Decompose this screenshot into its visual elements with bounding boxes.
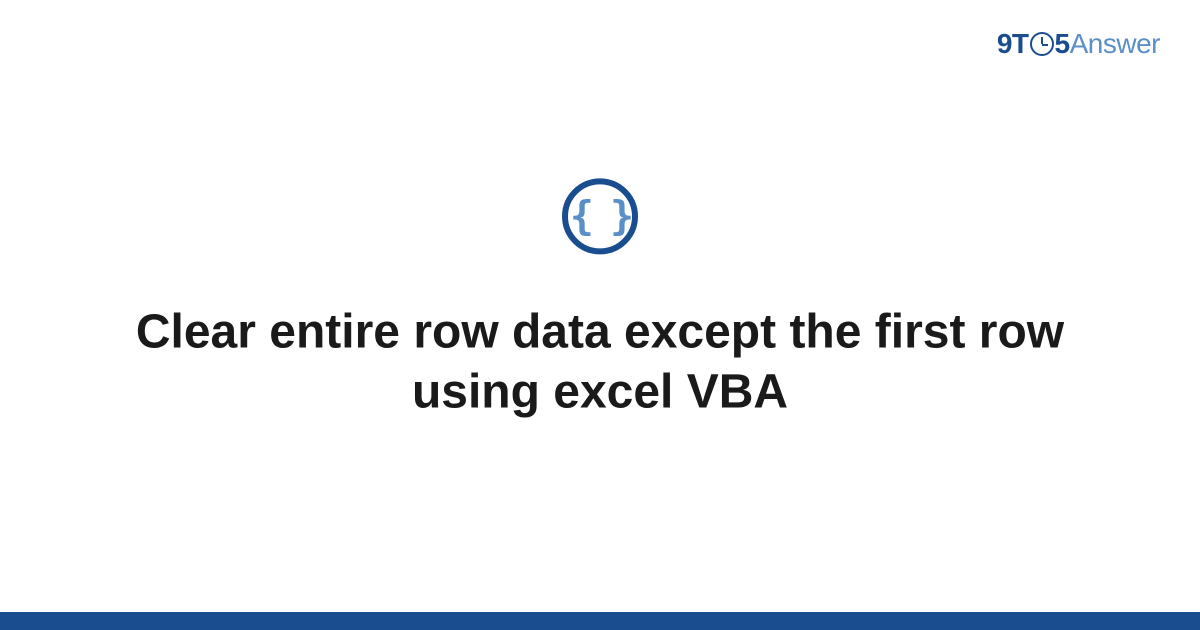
code-braces-icon: { } <box>570 196 630 236</box>
main-content: { } Clear entire row data except the fir… <box>0 178 1200 422</box>
logo-text-9t: 9T <box>997 28 1029 59</box>
footer-accent-bar <box>0 612 1200 630</box>
site-logo: 9T 5Answer <box>997 28 1160 60</box>
clock-icon <box>1030 32 1054 56</box>
logo-text-answer: Answer <box>1070 28 1160 59</box>
logo-text-5: 5 <box>1055 28 1070 59</box>
topic-icon-circle: { } <box>562 178 638 254</box>
page-title: Clear entire row data except the first r… <box>0 302 1200 422</box>
